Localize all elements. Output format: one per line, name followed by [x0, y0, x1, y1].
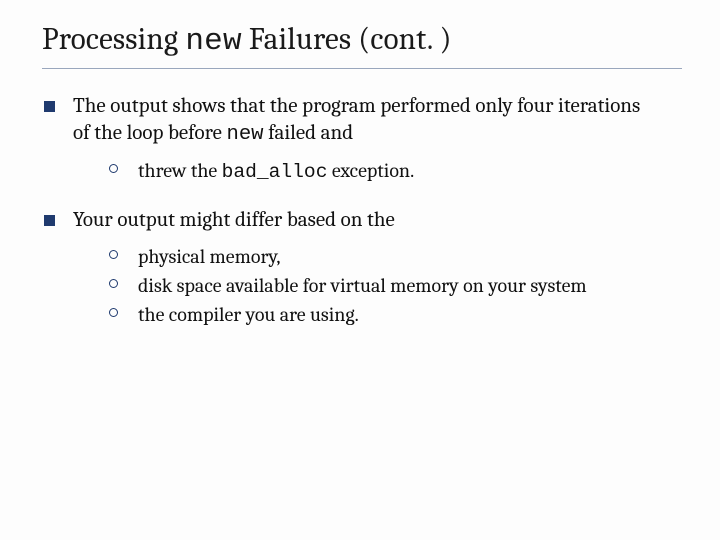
title-mono: new [185, 24, 241, 59]
bullet-text: Your output might differ based on the ph… [73, 207, 660, 338]
bullet-level1: The output shows that the program perfor… [44, 93, 660, 195]
item1-sub0-mono: bad_alloc [222, 161, 328, 183]
bullet-level2: threw the bad_alloc exception. [109, 157, 660, 185]
item2-sub0-pre: physical memory, [138, 245, 280, 268]
bullet-level1: Your output might differ based on the ph… [44, 207, 660, 338]
sublist: threw the bad_alloc exception. [73, 157, 660, 185]
bullet-level2: physical memory, [109, 243, 660, 270]
slide-title: Processing new Failures (cont. ) [42, 22, 720, 60]
circle-bullet-icon [109, 250, 118, 259]
bullet-level2: disk space available for virtual memory … [109, 272, 660, 299]
item1-sub0-post: exception. [327, 159, 414, 182]
circle-bullet-icon [109, 164, 118, 173]
slide-body: The output shows that the program perfor… [0, 75, 720, 338]
subbullet-text: threw the bad_alloc exception. [138, 157, 660, 185]
title-pre: Processing [42, 21, 185, 57]
subbullet-text: disk space available for virtual memory … [138, 272, 660, 299]
circle-bullet-icon [109, 279, 118, 288]
title-area: Processing new Failures (cont. ) [0, 0, 720, 75]
title-post: Failures (cont. ) [242, 21, 452, 57]
subbullet-text: physical memory, [138, 243, 660, 270]
subbullet-text: the compiler you are using. [138, 301, 660, 328]
bullet-text: The output shows that the program perfor… [73, 93, 660, 195]
item2-pre: Your output might differ based on the [73, 208, 395, 232]
item1-mono: new [226, 123, 263, 146]
item1-sub0-pre: threw the [138, 159, 222, 182]
sublist: physical memory, disk space available fo… [73, 243, 660, 328]
item2-sub1-pre: disk space available for virtual memory … [138, 274, 587, 297]
bullet-level2: the compiler you are using. [109, 301, 660, 328]
circle-bullet-icon [109, 308, 118, 317]
title-underline [42, 68, 682, 69]
square-bullet-icon [44, 101, 55, 112]
square-bullet-icon [44, 215, 55, 226]
item1-pre: The output shows that the program perfor… [73, 94, 640, 146]
item1-post: failed and [264, 121, 354, 145]
item2-sub2-pre: the compiler you are using. [138, 303, 359, 326]
slide: Processing new Failures (cont. ) The out… [0, 0, 720, 540]
